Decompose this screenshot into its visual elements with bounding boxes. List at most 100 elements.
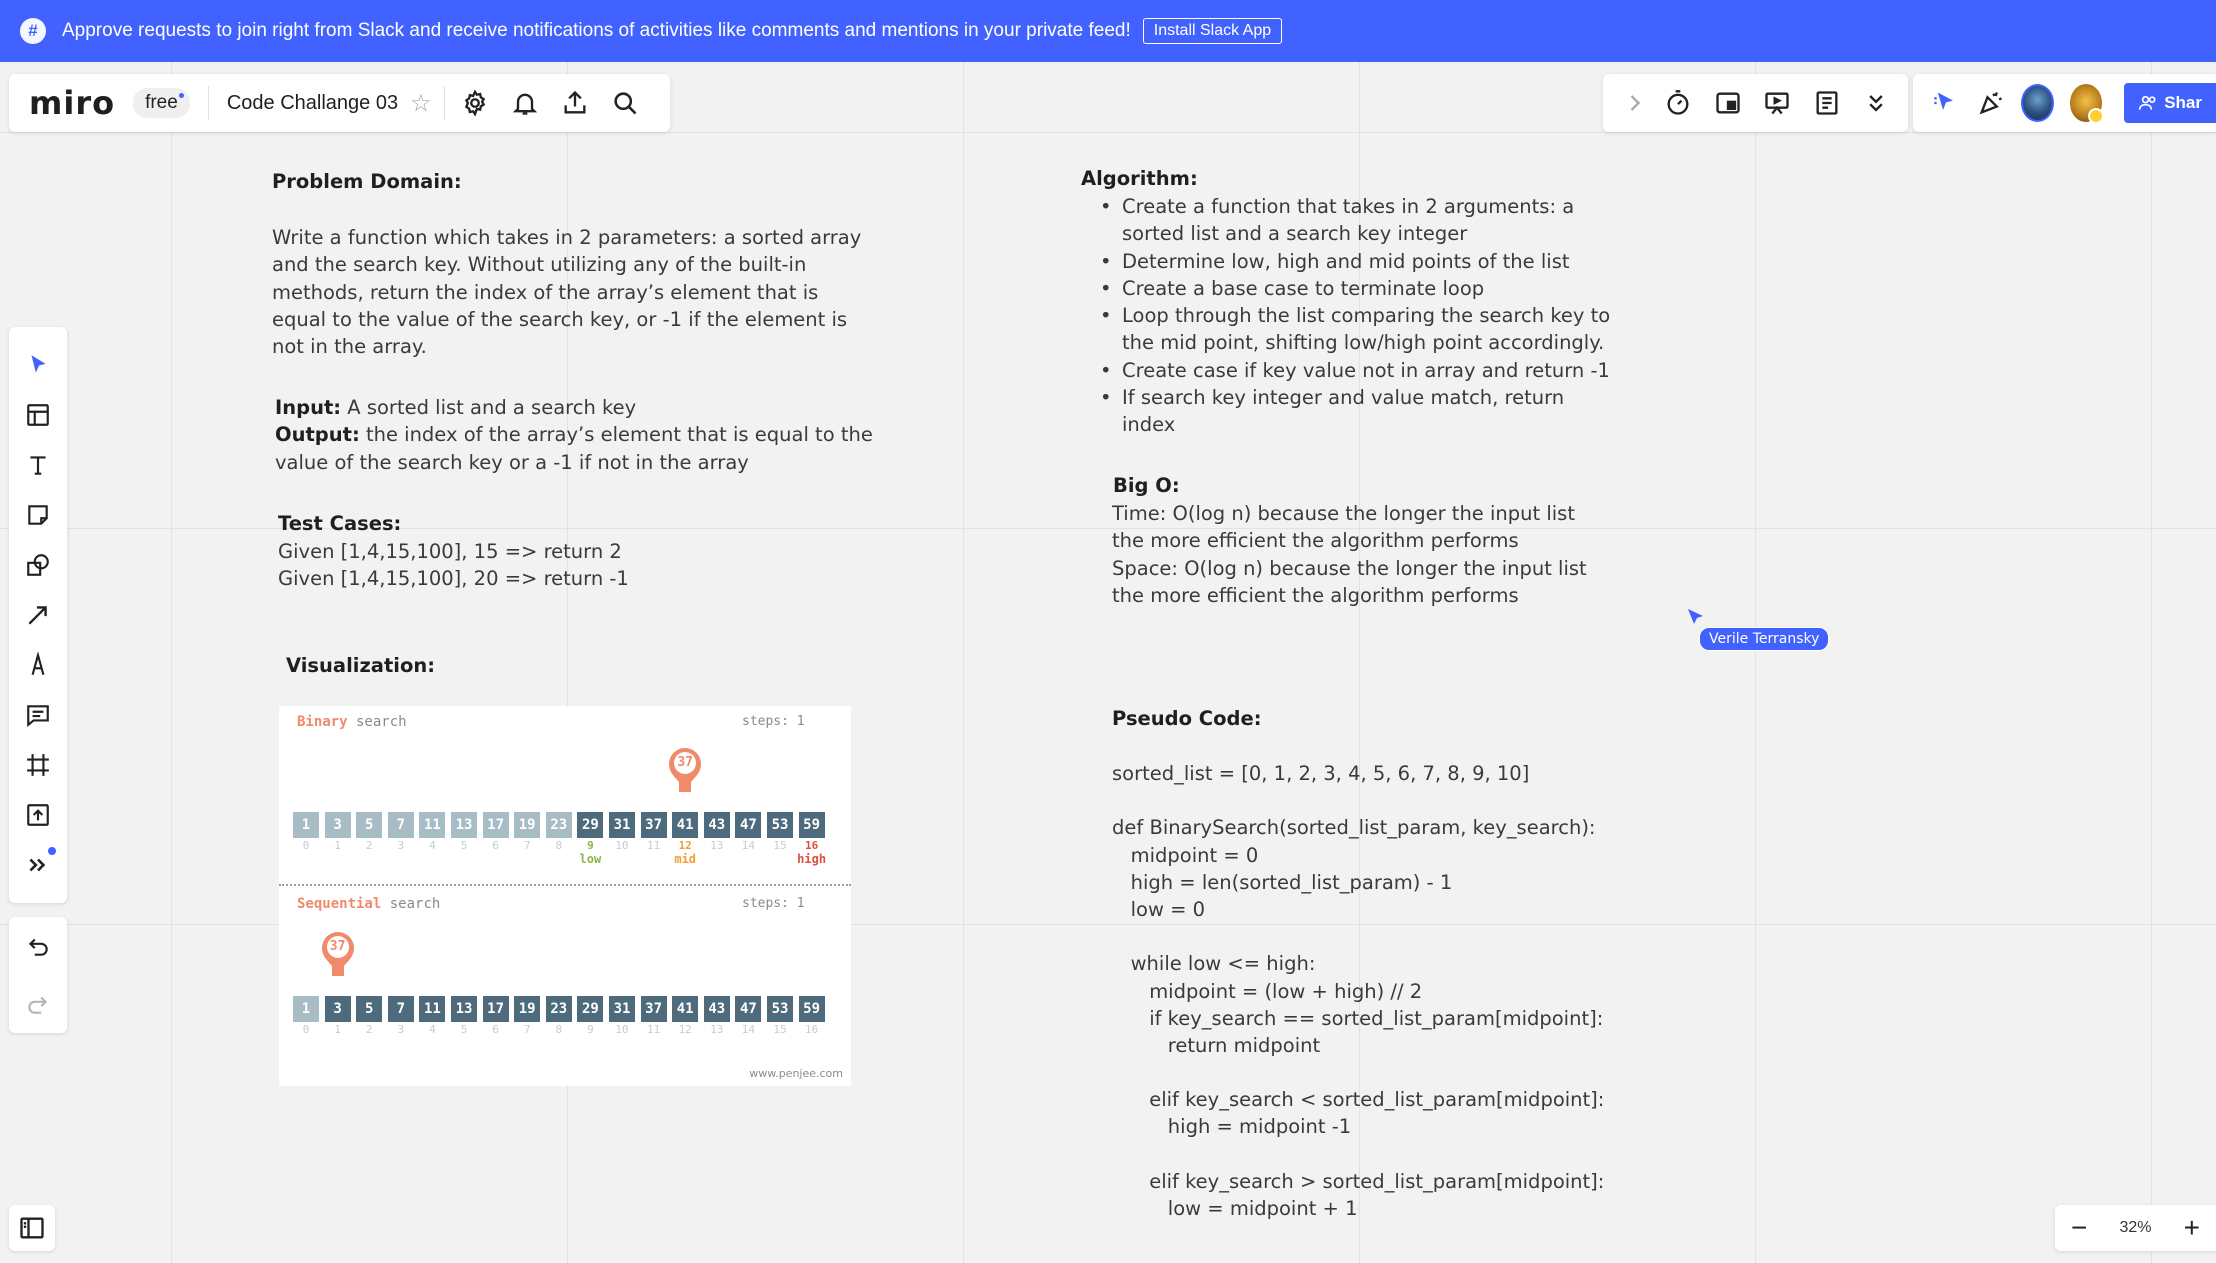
board-toolbar: miro free Code Challange 03 ☆: [9, 74, 670, 132]
notes-icon[interactable]: [1809, 85, 1845, 121]
templates-icon[interactable]: [18, 395, 58, 435]
zoom-level[interactable]: 32%: [2119, 1219, 2151, 1237]
timer-icon[interactable]: [1661, 85, 1697, 121]
array-cell: 5: [356, 812, 383, 838]
select-cursor-icon[interactable]: [18, 345, 58, 385]
undo-redo-bar: [9, 917, 67, 1033]
array-index: 11: [646, 839, 661, 852]
avatar[interactable]: [2020, 84, 2054, 122]
array-index: 6: [492, 839, 499, 852]
array-index: 12: [678, 839, 692, 852]
chevron-right-icon[interactable]: [1617, 85, 1653, 121]
code-line: elif key_search < sorted_list_param[midp…: [1112, 1088, 1605, 1112]
array-index: 0: [302, 839, 310, 852]
share-button[interactable]: Shar: [2124, 83, 2216, 123]
test-case: Given [1,4,15,100], 20 => return -1: [278, 567, 629, 591]
text-line: the more efficient the algorithm perform…: [1112, 529, 1519, 553]
array-index: 16: [804, 839, 819, 852]
array-index: 2: [365, 1023, 373, 1036]
binary-steps: steps: 1: [742, 714, 805, 729]
text-icon[interactable]: [18, 445, 58, 485]
array-cell: 53: [767, 812, 793, 838]
array-cell: 31: [609, 812, 635, 838]
pen-icon[interactable]: [18, 645, 58, 685]
code-line: low = 0: [1112, 897, 1206, 921]
array-cell: 13: [451, 812, 477, 838]
comment-icon[interactable]: [18, 695, 58, 735]
array-index: 15: [773, 839, 787, 852]
settings-gear-icon[interactable]: [457, 85, 493, 121]
star-icon[interactable]: ☆: [410, 89, 432, 118]
sticky-note-icon[interactable]: [18, 495, 58, 535]
users-icon: [2139, 95, 2156, 110]
output-text: the index of the array’s element that is…: [359, 423, 873, 447]
low-label-pointer: low: [579, 852, 602, 866]
code-line: sorted_list = [0, 1, 2, 3, 4, 5, 6, 7, 8…: [1112, 762, 1530, 785]
array-index: 3: [397, 839, 405, 852]
install-slack-app-button[interactable]: Install Slack App: [1142, 18, 1283, 44]
zoom-out-button[interactable]: −: [2071, 1214, 2087, 1242]
text-line: equal to the value of the search key, or…: [272, 307, 848, 331]
avatar[interactable]: [2069, 84, 2104, 124]
array-cell: 3: [324, 996, 351, 1022]
presentation-icon[interactable]: [1760, 85, 1796, 121]
text-line: Determine low, high and mid points of th…: [1122, 249, 1570, 273]
array-cell: 29: [577, 996, 604, 1022]
text-line: the mid point, shifting low/high point a…: [1122, 331, 1605, 355]
test-cases-text: Given [1,4,15,100], 15 => return 2 Given…: [278, 538, 629, 593]
problem-domain-text: Write a function which takes in 2 parame…: [272, 224, 861, 360]
array-index: 4: [429, 839, 436, 852]
banner-message: Approve requests to join right from Slac…: [62, 20, 1131, 41]
array-index: 14: [741, 1023, 756, 1036]
array-index: 7: [523, 839, 531, 852]
notification-dot: [48, 847, 56, 855]
slack-icon: #: [20, 18, 46, 44]
shapes-icon[interactable]: [18, 545, 58, 585]
sidebar-toggle-icon[interactable]: [9, 1205, 55, 1251]
celebrate-icon[interactable]: [1976, 85, 2007, 121]
algorithm-step: Create a function that takes in 2 argume…: [1098, 193, 1610, 248]
code-line: midpoint = (low + high) // 2: [1112, 979, 1423, 1003]
high-label-pointer: high: [797, 852, 827, 866]
array-cell: 53: [767, 996, 793, 1022]
array-cell: 47: [735, 996, 762, 1022]
array-index: 14: [741, 839, 756, 852]
text-line: the more efficient the algorithm perform…: [1112, 583, 1519, 607]
pseudo-code-block: sorted_list = [0, 1, 2, 3, 4, 5, 6, 7, 8…: [1112, 760, 1604, 1222]
bell-icon[interactable]: [507, 85, 543, 121]
connection-line-icon[interactable]: [18, 595, 58, 635]
sequential-steps: steps: 1: [742, 896, 805, 911]
output-label: Output:: [275, 423, 360, 447]
array-index: 1: [334, 839, 341, 852]
array-index: 7: [523, 1023, 531, 1036]
more-chevrons-down-icon[interactable]: [1859, 85, 1895, 121]
redo-icon[interactable]: [18, 984, 58, 1024]
plan-badge[interactable]: free: [133, 88, 190, 118]
more-apps-icon[interactable]: [18, 845, 58, 885]
divider: [443, 86, 445, 120]
code-line: return midpoint: [1112, 1033, 1321, 1057]
follow-cursor-icon[interactable]: [1931, 85, 1962, 121]
board-title[interactable]: Code Challange 03: [227, 92, 398, 115]
array-index: 2: [365, 839, 373, 852]
frame-icon[interactable]: [18, 745, 58, 785]
video-chat-icon[interactable]: [1710, 85, 1746, 121]
array-cell: 47: [735, 812, 762, 838]
code-line: def BinarySearch(sorted_list_param, key_…: [1112, 816, 1596, 840]
collaborators-bar: Shar: [1913, 74, 2216, 132]
array-cell: 31: [609, 996, 635, 1022]
visualization-heading: Visualization:: [286, 654, 436, 677]
miro-logo[interactable]: miro: [29, 84, 115, 122]
text-line: Write a function which takes in 2 parame…: [272, 226, 862, 249]
upload-icon[interactable]: [18, 795, 58, 835]
zoom-in-button[interactable]: +: [2184, 1214, 2200, 1242]
undo-icon[interactable]: [18, 926, 58, 966]
upload-share-icon[interactable]: [557, 85, 593, 121]
collaboration-tools-bar: [1603, 74, 1908, 132]
search-icon[interactable]: [607, 85, 643, 121]
algorithm-heading: Algorithm:: [1081, 167, 1198, 190]
big-o-text: Time: O(log n) because the longer the in…: [1112, 500, 1587, 609]
array-cell: 23: [545, 812, 572, 838]
array-index: 5: [460, 839, 468, 852]
